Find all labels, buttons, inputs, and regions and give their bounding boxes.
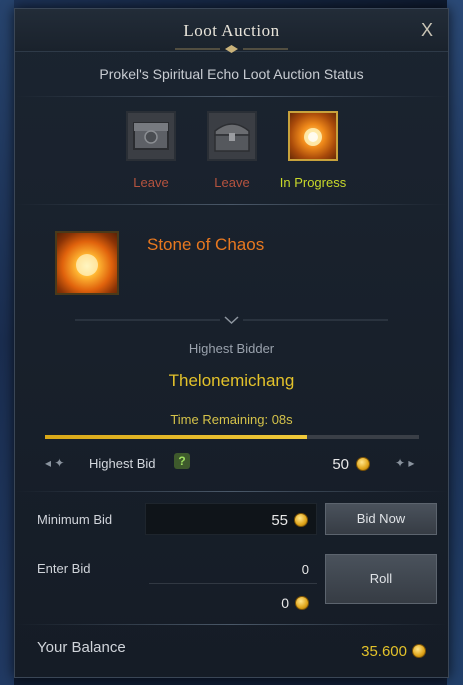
time-remaining: Time Remaining: 08s: [170, 412, 293, 427]
balance-value: 35.600: [361, 643, 407, 660]
loot-slot-3[interactable]: [288, 111, 338, 161]
window-title: Loot Auction: [183, 21, 280, 40]
highest-bidder-label: Highest Bidder: [188, 341, 275, 356]
enter-bid-input[interactable]: 0: [149, 556, 317, 584]
gold-coin-icon: [356, 457, 370, 471]
bid-total-value: 0: [281, 595, 289, 611]
gold-coin-icon: [412, 644, 426, 658]
help-icon[interactable]: ?: [174, 453, 190, 469]
divider: [15, 204, 448, 205]
section-divider-ornament: [75, 316, 388, 325]
divider: [15, 96, 448, 97]
treasure-chest-icon: [214, 123, 250, 152]
highest-bidder-name: Thelonemichang: [168, 371, 295, 390]
time-progress-fill: [45, 435, 307, 439]
minimum-bid-field: 55: [145, 503, 317, 535]
bid-total: 0: [245, 593, 317, 613]
gold-coin-icon: [295, 596, 309, 610]
current-item-name: Stone of Chaos: [147, 235, 265, 254]
gray-chest-icon: [133, 122, 169, 150]
minimum-bid-label: Minimum Bid: [37, 512, 113, 527]
background-right: [447, 0, 463, 685]
decrease-arrow-icon[interactable]: ◂ ✦: [45, 456, 64, 470]
increase-arrow-icon[interactable]: ✦ ▸: [395, 456, 414, 470]
loot-slot-2[interactable]: [207, 111, 257, 161]
highest-bid-value: 50: [332, 456, 349, 473]
loot-slot-1-status: Leave: [133, 175, 169, 190]
gold-coin-icon: [294, 513, 308, 527]
minimum-bid-value: 55: [271, 512, 288, 529]
time-progress-bar: [45, 435, 419, 439]
balance-label: Your Balance: [37, 639, 126, 656]
loot-auction-window: Loot Auction X Prokel's Spiritual Echo L…: [14, 8, 449, 678]
stone-of-chaos-icon: [304, 128, 322, 146]
loot-slot-1[interactable]: [126, 111, 176, 161]
background-left: [0, 0, 14, 685]
highest-bid-label: Highest Bid: [89, 456, 156, 471]
title-ornament-icon: [175, 45, 288, 53]
loot-slot-3-status: In Progress: [279, 175, 347, 190]
bid-now-button[interactable]: Bid Now: [325, 503, 437, 535]
loot-slot-2-status: Leave: [214, 175, 250, 190]
divider: [15, 624, 448, 625]
current-item-slot[interactable]: [55, 231, 119, 295]
roll-button[interactable]: Roll: [325, 554, 437, 604]
title-bar[interactable]: Loot Auction X: [15, 9, 448, 53]
enter-bid-value: 0: [301, 562, 309, 577]
divider: [15, 491, 448, 492]
auction-status-title: Prokel's Spiritual Echo Loot Auction Sta…: [99, 66, 364, 82]
close-button[interactable]: X: [416, 19, 438, 41]
enter-bid-label: Enter Bid: [37, 561, 91, 576]
stone-of-chaos-icon: [76, 254, 98, 276]
